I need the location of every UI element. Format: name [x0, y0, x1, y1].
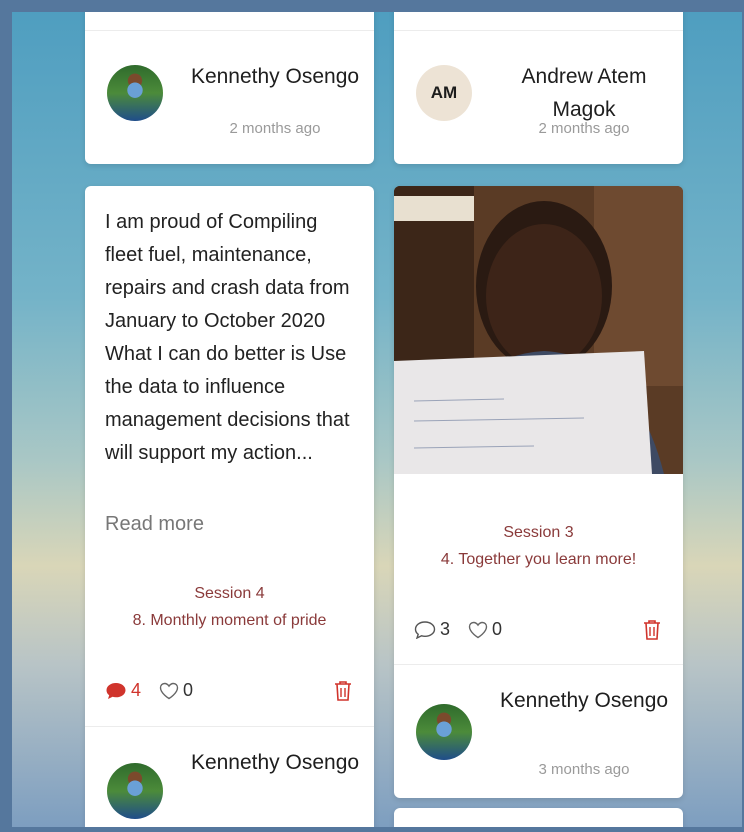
like-button[interactable]: 0 — [159, 680, 193, 701]
session-info: Session 3 4. Together you learn more! — [394, 519, 683, 573]
author-name[interactable]: Kennethy Osengo — [190, 746, 360, 779]
like-count: 0 — [492, 619, 503, 639]
feed-viewport: Kennethy Osengo 2 months ago I am proud … — [12, 12, 742, 827]
post-actions: 3 0 — [394, 611, 683, 651]
trash-icon — [644, 620, 660, 640]
next-card[interactable] — [394, 808, 683, 827]
post-actions: 4 0 — [85, 672, 374, 712]
comment-button[interactable]: 3 — [414, 619, 450, 640]
post-time: 2 months ago — [538, 120, 630, 137]
author-row[interactable]: Kennethy Osengo 3 months ago — [394, 664, 683, 778]
divider — [85, 30, 374, 31]
avatar[interactable] — [107, 763, 163, 819]
like-button[interactable]: 0 — [468, 619, 502, 640]
avatar[interactable]: AM — [416, 65, 472, 121]
divider — [394, 30, 683, 31]
post-card[interactable]: Session 3 4. Together you learn more! 3 … — [394, 186, 683, 798]
post-image — [394, 186, 683, 474]
session-label: Session 4 — [194, 585, 265, 602]
author-name[interactable]: Kennethy Osengo — [499, 684, 669, 717]
heart-outline-icon — [468, 621, 488, 638]
author-name[interactable]: Kennethy Osengo — [190, 60, 360, 93]
author-card[interactable]: AM Andrew Atem Magok 2 months ago — [394, 12, 683, 164]
comment-filled-icon — [106, 682, 126, 699]
comment-count: 4 — [131, 680, 142, 700]
delete-button[interactable] — [334, 680, 352, 707]
read-more-link[interactable]: Read more — [105, 513, 204, 536]
comment-button[interactable]: 4 — [105, 680, 141, 701]
avatar[interactable] — [416, 704, 472, 760]
session-label: Session 3 — [503, 524, 574, 541]
author-row[interactable]: Kennethy Osengo 2 months ago — [85, 40, 374, 148]
author-row[interactable]: Kennethy Osengo — [85, 726, 374, 827]
avatar[interactable] — [107, 65, 163, 121]
post-card[interactable]: I am proud of Compiling fleet fuel, main… — [85, 186, 374, 827]
comment-count: 3 — [440, 619, 451, 639]
like-count: 0 — [183, 680, 194, 700]
activity-label: 4. Together you learn more! — [440, 551, 637, 568]
activity-label: 8. Monthly moment of pride — [132, 612, 327, 629]
post-photo[interactable] — [394, 186, 683, 474]
comment-outline-icon — [414, 620, 436, 639]
author-card[interactable]: Kennethy Osengo 2 months ago — [85, 12, 374, 164]
author-row[interactable]: AM Andrew Atem Magok 2 months ago — [394, 40, 683, 148]
delete-button[interactable] — [643, 619, 661, 646]
post-text: I am proud of Compiling fleet fuel, main… — [105, 211, 350, 464]
session-info: Session 4 8. Monthly moment of pride — [85, 580, 374, 634]
heart-outline-icon — [159, 682, 179, 699]
post-time: 3 months ago — [538, 761, 630, 778]
trash-icon — [335, 681, 351, 701]
author-name[interactable]: Andrew Atem Magok — [499, 60, 669, 126]
post-time: 2 months ago — [229, 120, 321, 137]
